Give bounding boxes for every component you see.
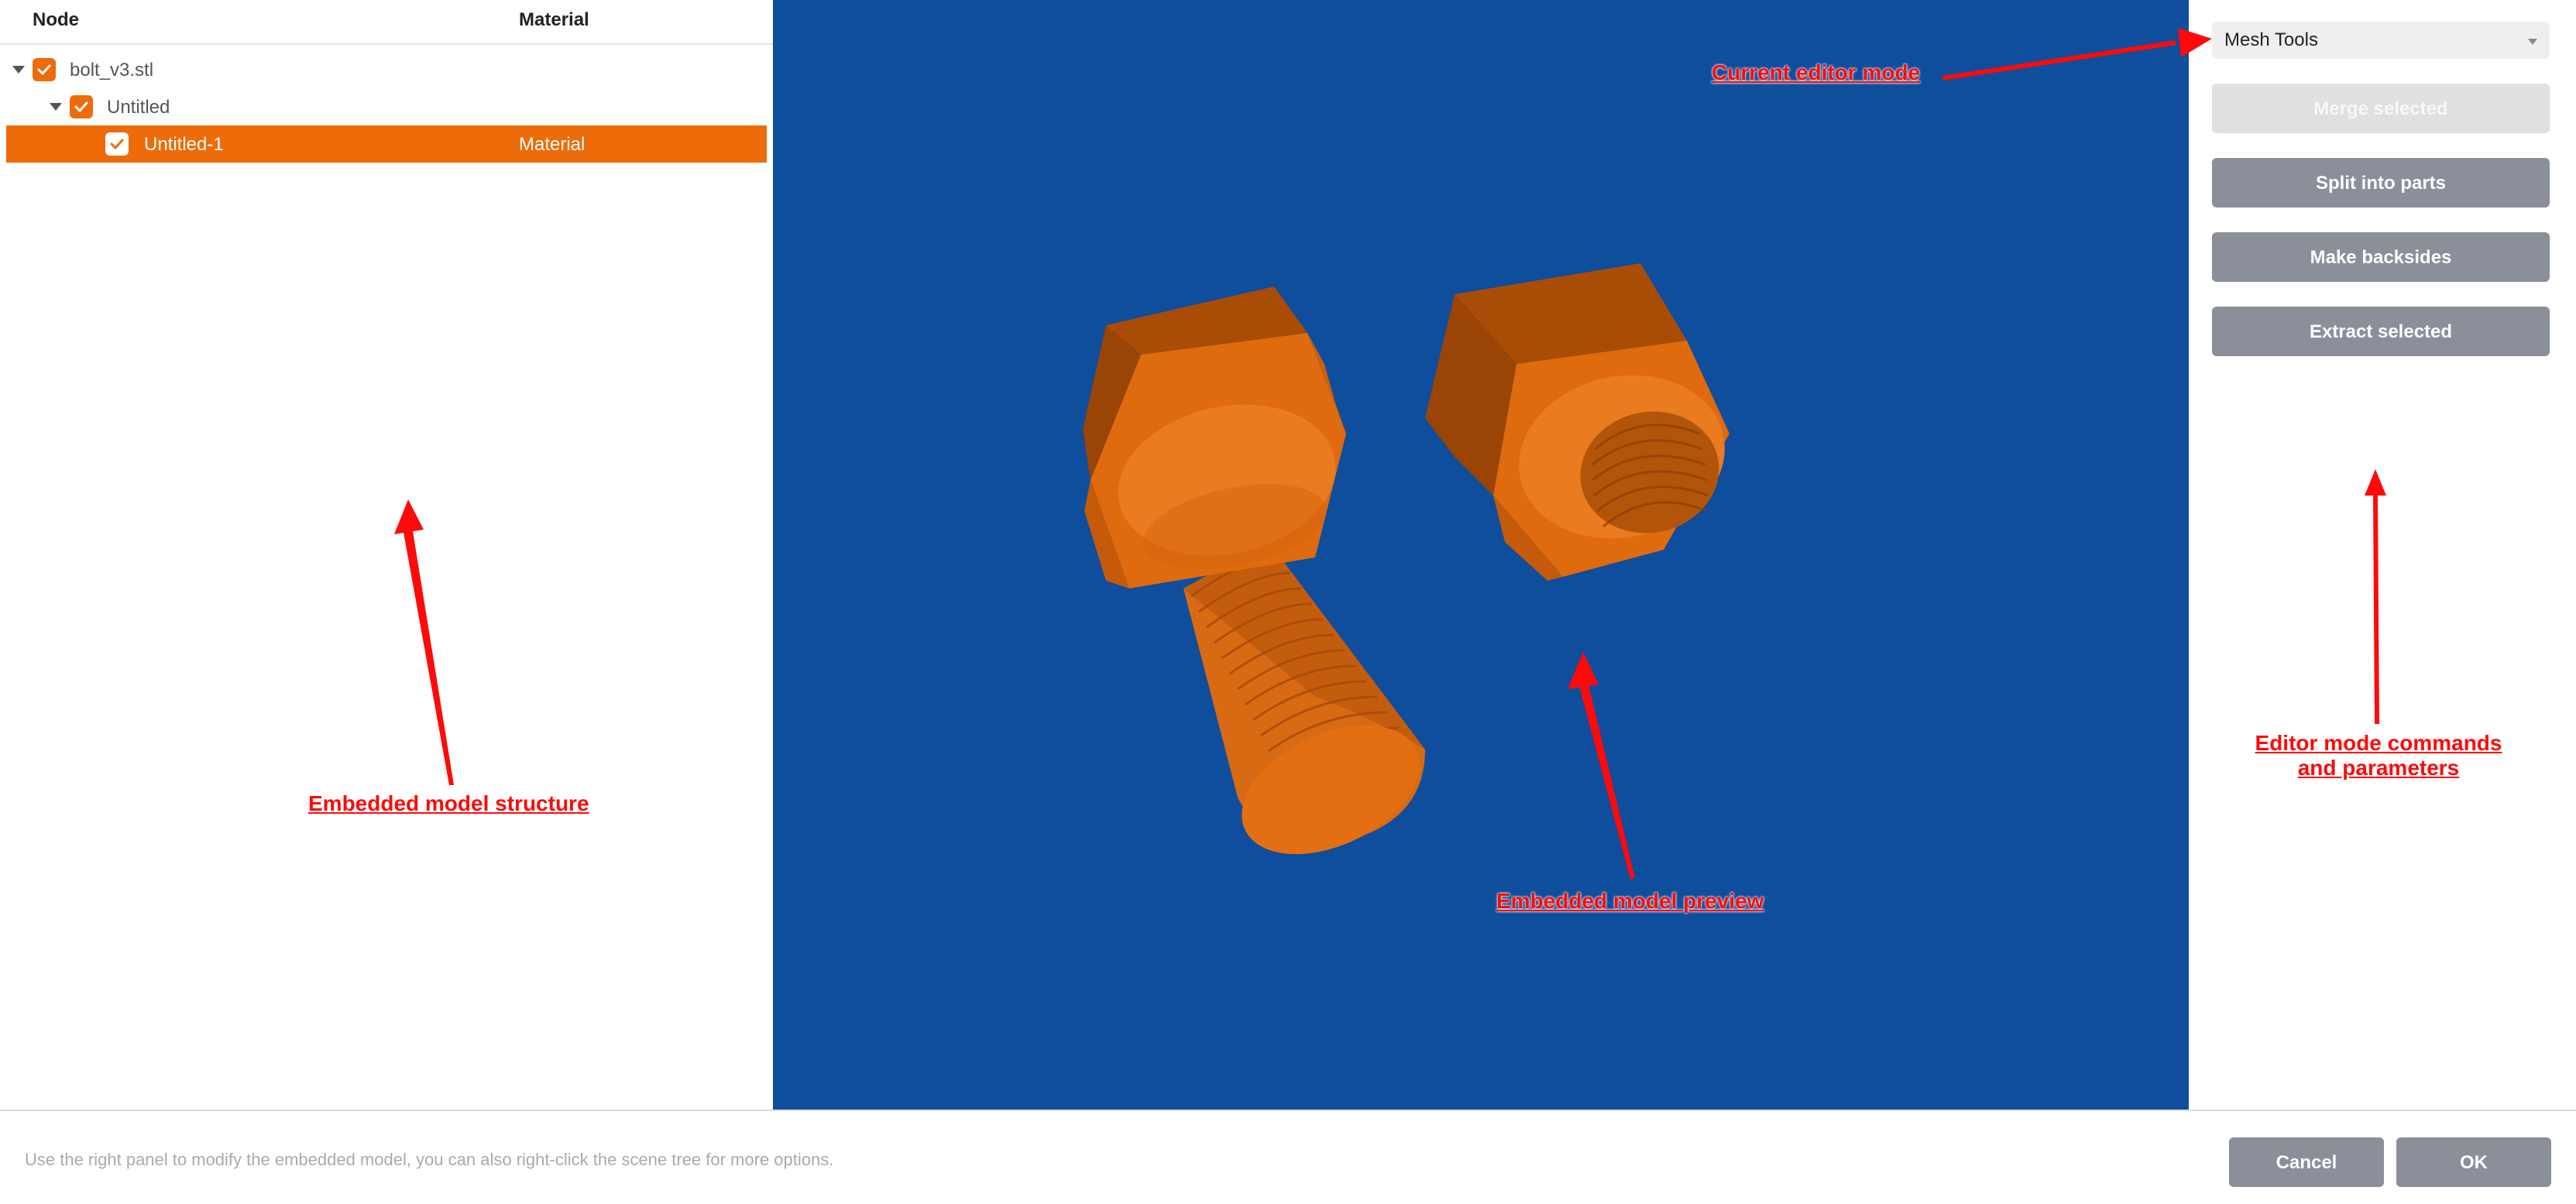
- merge-selected-button[interactable]: Merge selected: [2212, 84, 2550, 133]
- model-preview-viewport[interactable]: [773, 0, 2189, 1110]
- expand-arrow-icon[interactable]: [50, 103, 62, 111]
- nut-model: [1425, 263, 1729, 581]
- tree-row-bolt[interactable]: bolt_v3.stl: [6, 51, 767, 88]
- editor-mode-panel: Mesh Tools Merge selected Split into par…: [2189, 0, 2576, 1110]
- node-label: Untitled-1: [144, 134, 224, 155]
- bolt-model: [1083, 286, 1425, 855]
- annotation-model-preview: Embedded model preview: [1496, 889, 1764, 913]
- checkmark-icon: [74, 101, 88, 112]
- checkbox[interactable]: [105, 132, 129, 156]
- material-column-header[interactable]: Material: [519, 9, 589, 31]
- footer-hint: Use the right panel to modify the embedd…: [25, 1150, 834, 1169]
- checkbox[interactable]: [33, 58, 56, 81]
- extract-selected-button[interactable]: Extract selected: [2212, 307, 2550, 356]
- checkbox[interactable]: [70, 95, 93, 118]
- node-material: Material: [519, 134, 586, 155]
- editor-mode-dropdown[interactable]: Mesh Tools: [2212, 22, 2550, 59]
- model-render: [1083, 263, 1729, 855]
- annotation-line-2: and parameters: [2297, 756, 2460, 780]
- make-backsides-button[interactable]: Make backsides: [2212, 232, 2550, 282]
- annotation-editor-mode: Current editor mode: [1712, 60, 1921, 84]
- node-label: bolt_v3.stl: [70, 60, 154, 81]
- dialog-footer: Use the right panel to modify the embedd…: [0, 1110, 2576, 1204]
- split-into-parts-button[interactable]: Split into parts: [2212, 158, 2550, 208]
- checkmark-icon: [110, 139, 124, 149]
- chevron-down-icon: [2528, 39, 2537, 45]
- node-label: Untitled: [107, 97, 170, 118]
- tree-header: Node Material: [0, 0, 773, 45]
- scene-tree-panel: Node Material bolt_v3.stl Untitled Untit…: [0, 0, 773, 1110]
- cancel-button[interactable]: Cancel: [2229, 1137, 2384, 1187]
- ok-button[interactable]: OK: [2396, 1137, 2551, 1187]
- editor-mode-value: Mesh Tools: [2224, 29, 2318, 50]
- tree-row-untitled-1[interactable]: Untitled-1 Material: [6, 125, 767, 163]
- tree-row-untitled[interactable]: Untitled: [6, 88, 767, 125]
- annotation-mode-commands: Editor mode commands and parameters: [2243, 731, 2514, 780]
- expand-arrow-icon[interactable]: [12, 66, 25, 74]
- annotation-model-structure: Embedded model structure: [308, 791, 589, 815]
- node-column-header[interactable]: Node: [33, 9, 79, 31]
- checkmark-icon: [37, 64, 51, 75]
- annotation-line-1: Editor mode commands: [2255, 731, 2502, 755]
